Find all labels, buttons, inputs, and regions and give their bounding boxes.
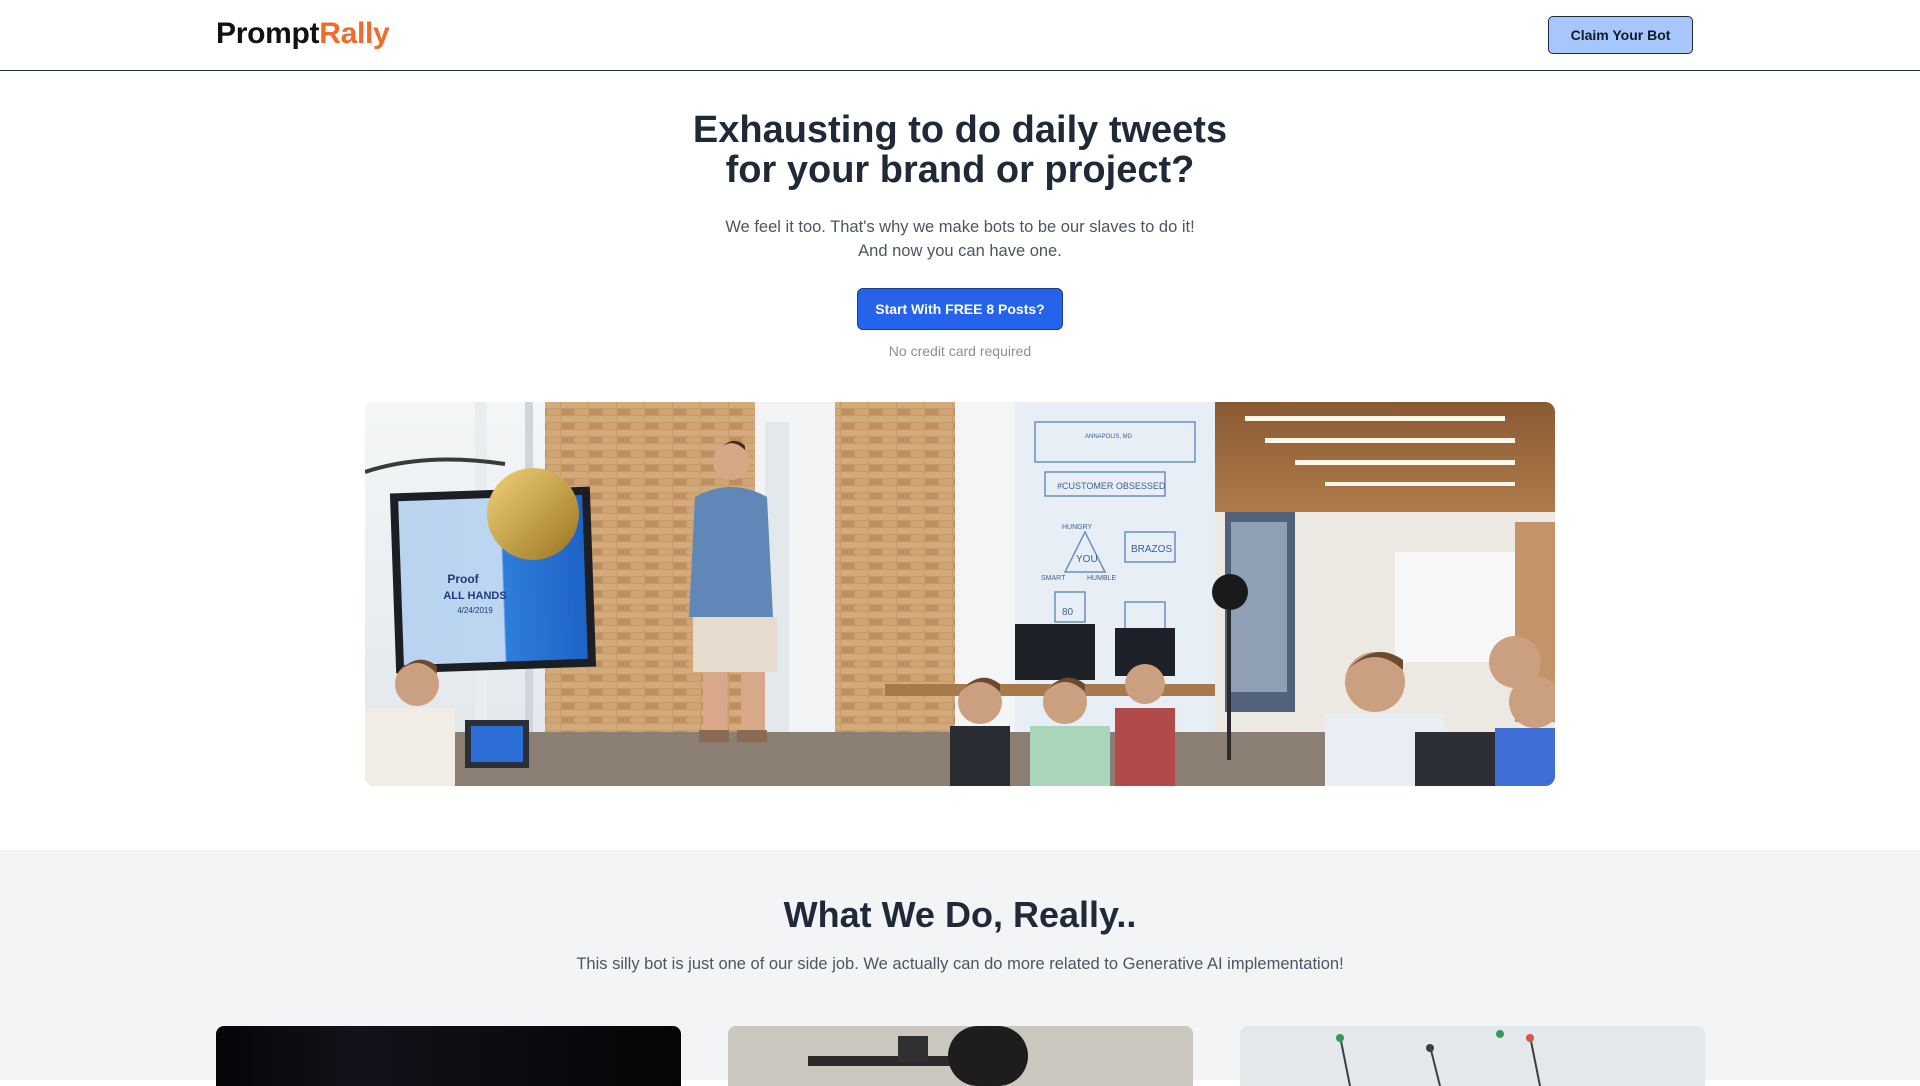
card-2-illustration — [728, 1026, 1193, 1086]
svg-text:YOU: YOU — [1076, 554, 1098, 565]
svg-text:ANNAPOLIS, MD: ANNAPOLIS, MD — [1085, 434, 1133, 440]
logo-text-rally: Rally — [319, 17, 390, 50]
hero-subtitle: We feel it too. That's why we make bots … — [560, 215, 1360, 263]
svg-text:ALL HANDS: ALL HANDS — [443, 590, 506, 602]
claim-your-bot-button[interactable]: Claim Your Bot — [1548, 16, 1693, 54]
svg-text:HUNGRY: HUNGRY — [1062, 524, 1093, 531]
hero-image: #CUSTOMER OBSESSED BRAZOS YOU HUNGRY SMA… — [365, 402, 1555, 786]
logo-text-prompt: Prompt — [216, 17, 320, 50]
hero-subtitle-line1: We feel it too. That's why we make bots … — [725, 218, 1195, 236]
card-3-illustration — [1240, 1026, 1705, 1086]
service-card-image-2[interactable] — [728, 1026, 1193, 1086]
svg-text:BRAZOS: BRAZOS — [1131, 544, 1172, 555]
section-subtitle: This silly bot is just one of our side j… — [576, 955, 1344, 973]
hero-title-line2: for your brand or project? — [725, 149, 1195, 191]
service-card-image-1[interactable] — [216, 1026, 681, 1086]
hero-subtitle-line2: And now you can have one. — [858, 242, 1062, 260]
office-meeting-illustration: #CUSTOMER OBSESSED BRAZOS YOU HUNGRY SMA… — [365, 402, 1555, 786]
svg-text:4/24/2019: 4/24/2019 — [457, 606, 493, 615]
svg-text:#CUSTOMER OBSESSED: #CUSTOMER OBSESSED — [1057, 481, 1166, 491]
hero-title: Exhausting to do daily tweets for your b… — [560, 110, 1360, 190]
no-credit-card-note: No credit card required — [888, 343, 1032, 359]
site-header: PromptRally Claim Your Bot — [0, 0, 1920, 71]
hero-title-line1: Exhausting to do daily tweets — [692, 109, 1228, 151]
svg-text:HUMBLE: HUMBLE — [1087, 575, 1117, 582]
what-we-do-section: What We Do, Really.. This silly bot is j… — [0, 850, 1920, 1086]
section-title: What We Do, Really.. — [783, 894, 1137, 935]
svg-text:SMART: SMART — [1041, 575, 1066, 582]
service-card-image-3[interactable] — [1240, 1026, 1705, 1086]
svg-text:Proof: Proof — [447, 572, 479, 586]
svg-text:80: 80 — [1062, 607, 1074, 618]
logo[interactable]: PromptRally — [216, 16, 390, 52]
start-free-posts-button[interactable]: Start With FREE 8 Posts? — [857, 288, 1063, 330]
